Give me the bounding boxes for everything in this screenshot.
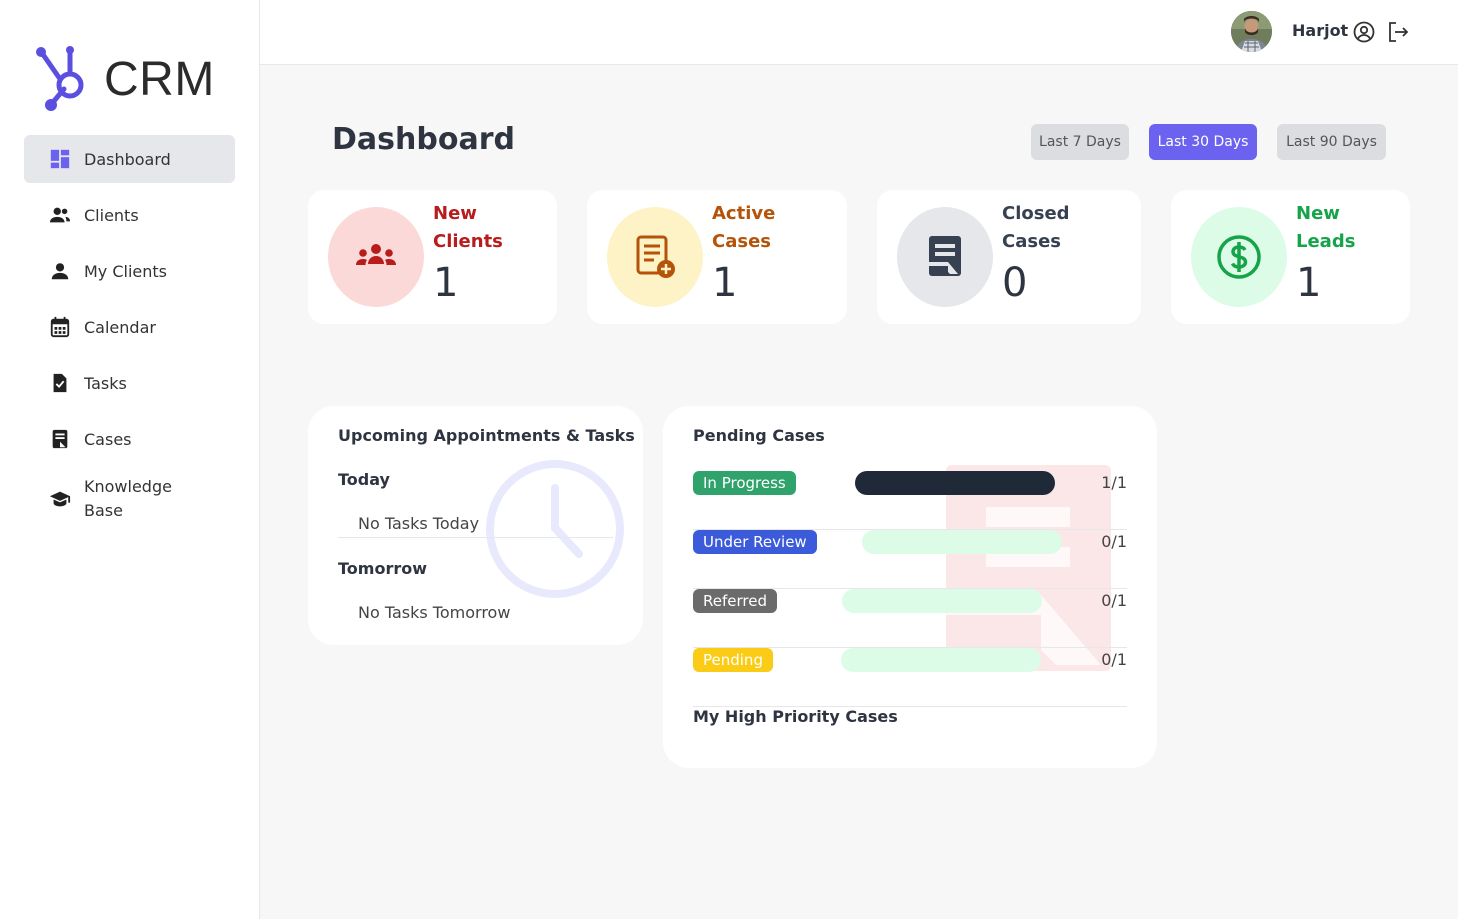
sidebar-item-label: Clients [84, 205, 139, 225]
sidebar-item-label: Knowledge Base [84, 477, 172, 520]
sidebar: CRM Dashboard Clients My Clients Calenda… [0, 0, 260, 919]
sidebar-item-label: Dashboard [84, 149, 171, 169]
cases-icon [48, 427, 72, 451]
top-header: Harjot [260, 0, 1458, 65]
stat-value: 1 [1296, 260, 1322, 306]
sidebar-item-cases[interactable]: Cases [24, 415, 235, 463]
logout-icon[interactable] [1386, 20, 1410, 44]
stat-label: New Leads [1296, 203, 1356, 252]
sidebar-item-knowledge-base[interactable]: Knowledge Base [24, 471, 235, 527]
sidebar-nav: Dashboard Clients My Clients Calendar Ta… [24, 135, 235, 535]
avatar[interactable] [1231, 11, 1272, 52]
pending-cases-title: Pending Cases [693, 426, 825, 445]
hub-logo-icon [36, 46, 84, 111]
logo-text: CRM [104, 52, 215, 106]
stat-card-active-cases[interactable]: Active Cases 1 [587, 190, 847, 324]
sidebar-item-label: My Clients [84, 261, 168, 281]
progress-ratio: 0/1 [1101, 591, 1127, 610]
sidebar-item-label: Cases [84, 429, 132, 449]
sidebar-item-label: Calendar [84, 317, 156, 337]
closed-case-icon [897, 207, 993, 307]
tomorrow-empty-text: No Tasks Tomorrow [358, 603, 511, 622]
progress-bar [862, 530, 1062, 554]
progress-bar [841, 648, 1041, 672]
range-last-90-days-button[interactable]: Last 90 Days [1277, 124, 1386, 160]
status-badge: Under Review [693, 530, 817, 554]
pending-row-referred[interactable]: Referred 0/1 [693, 589, 1127, 648]
progress-bar [842, 589, 1042, 613]
today-empty-text: No Tasks Today [358, 514, 480, 533]
pending-row-pending[interactable]: Pending 0/1 [693, 648, 1127, 707]
progress-ratio: 0/1 [1101, 650, 1127, 669]
stat-card-new-clients[interactable]: New Clients 1 [308, 190, 557, 324]
progress-ratio: 1/1 [1101, 473, 1127, 492]
user-name[interactable]: Harjot [1292, 21, 1348, 40]
stat-label: Closed Cases [1002, 203, 1070, 252]
stat-value: 1 [712, 260, 738, 306]
page-title: Dashboard [332, 122, 515, 157]
person-icon [48, 259, 72, 283]
account-circle-icon[interactable] [1352, 20, 1376, 44]
range-last-7-days-button[interactable]: Last 7 Days [1031, 124, 1129, 160]
dollar-icon [1191, 207, 1287, 307]
group-icon [48, 203, 72, 227]
progress-bar [855, 471, 1055, 495]
stat-value: 1 [433, 260, 459, 306]
dashboard-icon [48, 147, 72, 171]
sidebar-item-clients[interactable]: Clients [24, 191, 235, 239]
status-badge: In Progress [693, 471, 796, 495]
calendar-icon [48, 315, 72, 339]
crm-logo[interactable]: CRM [34, 44, 215, 114]
sidebar-item-calendar[interactable]: Calendar [24, 303, 235, 351]
stat-label: New Clients [433, 203, 503, 252]
stat-label: Active Cases [712, 203, 776, 252]
pending-row-under-review[interactable]: Under Review 0/1 [693, 530, 1127, 589]
status-badge: Pending [693, 648, 773, 672]
sidebar-item-dashboard[interactable]: Dashboard [24, 135, 235, 183]
progress-fill [855, 471, 1055, 495]
upcoming-title: Upcoming Appointments & Tasks [338, 426, 635, 445]
tomorrow-heading: Tomorrow [338, 559, 427, 578]
status-badge: Referred [693, 589, 777, 613]
pending-cases-panel: Pending Cases In Progress 1/1 Under Revi… [663, 406, 1157, 768]
sidebar-item-tasks[interactable]: Tasks [24, 359, 235, 407]
stat-card-new-leads[interactable]: New Leads 1 [1171, 190, 1410, 324]
sidebar-item-label: Tasks [84, 373, 127, 393]
graduation-cap-icon [48, 487, 72, 511]
sidebar-item-my-clients[interactable]: My Clients [24, 247, 235, 295]
add-document-icon [607, 207, 703, 307]
pending-row-in-progress[interactable]: In Progress 1/1 [693, 471, 1127, 530]
task-icon [48, 371, 72, 395]
stat-card-closed-cases[interactable]: Closed Cases 0 [877, 190, 1141, 324]
clock-watermark-icon [486, 460, 624, 598]
today-heading: Today [338, 470, 390, 489]
range-last-30-days-button[interactable]: Last 30 Days [1149, 124, 1257, 160]
stat-value: 0 [1002, 260, 1028, 306]
divider [338, 537, 613, 538]
high-priority-title: My High Priority Cases [693, 707, 898, 726]
upcoming-panel: Upcoming Appointments & Tasks Today No T… [308, 406, 643, 645]
groups-icon [328, 207, 424, 307]
progress-ratio: 0/1 [1101, 532, 1127, 551]
